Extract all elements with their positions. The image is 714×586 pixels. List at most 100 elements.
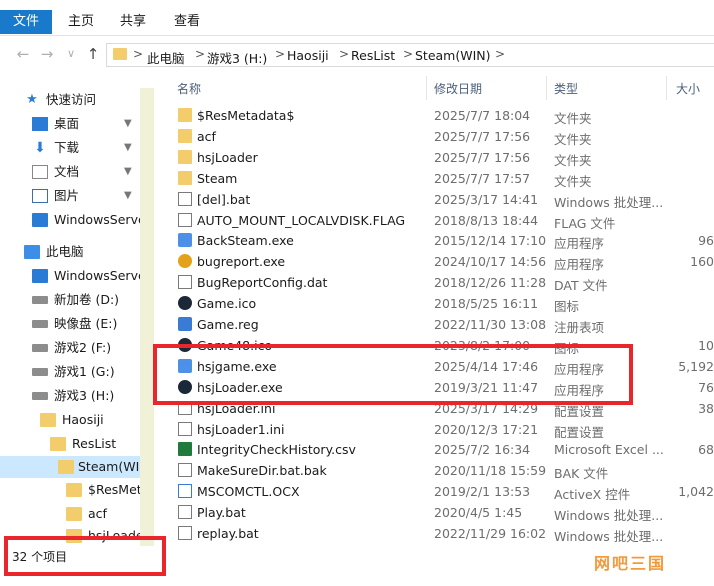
file-row[interactable]: BackSteam.exe 2015/12/14 17:10 应用程序 96 bbox=[168, 230, 714, 251]
file-type: 注册表项 bbox=[554, 320, 605, 335]
folder-icon bbox=[66, 483, 82, 497]
sidebar-item-label: 快速访问 bbox=[46, 92, 97, 107]
file-date: 2025/7/7 18:04 bbox=[434, 108, 531, 123]
file-row[interactable]: hsjLoader1.ini 2020/12/3 17:21 配置设置 bbox=[168, 419, 714, 440]
tab-home[interactable]: 主页 bbox=[58, 10, 104, 34]
file-type: 文件夹 bbox=[554, 131, 592, 147]
excel-icon bbox=[178, 442, 192, 457]
tab-view[interactable]: 查看 bbox=[164, 10, 210, 34]
sidebar-item-label: 文档 bbox=[54, 164, 80, 179]
pin-icon[interactable]: ▼ bbox=[124, 114, 132, 134]
sidebar-item-label: 游戏2 (F:) bbox=[54, 340, 112, 355]
folder-icon bbox=[66, 507, 82, 521]
breadcrumb-separator: > bbox=[133, 47, 144, 61]
file-date: 2019/2/1 13:53 bbox=[434, 484, 531, 500]
file-date: 2020/11/18 15:59 bbox=[434, 463, 547, 479]
back-arrow-icon[interactable]: ← bbox=[14, 45, 32, 63]
file-row[interactable]: AUTO_MOUNT_LOCALVDISK.FLAG 2018/8/13 18:4… bbox=[168, 210, 714, 231]
drive-icon bbox=[32, 320, 48, 328]
breadcrumb-separator: > bbox=[339, 47, 350, 61]
column-type[interactable]: 类型 bbox=[554, 80, 578, 97]
sidebar-item-steam-win[interactable]: Steam(WIN bbox=[0, 456, 140, 478]
file-icon bbox=[178, 212, 192, 227]
recent-locations-chevron-icon[interactable]: ∨ bbox=[62, 45, 80, 63]
sidebar-item-downloads[interactable]: ⬇ 下载 ▼ bbox=[32, 138, 140, 158]
file-row[interactable]: Play.bat 2020/4/5 1:45 Windows 批处理... bbox=[168, 502, 714, 523]
sidebar-item-pictures[interactable]: 图片 ▼ bbox=[32, 186, 140, 206]
file-row[interactable]: MSCOMCTL.OCX 2019/2/1 13:53 ActiveX 控件 1,04… bbox=[168, 481, 714, 502]
file-row[interactable]: Game.ico 2018/5/25 16:11 图标 bbox=[168, 293, 714, 314]
column-divider[interactable] bbox=[546, 76, 547, 100]
file-row[interactable]: $ResMetadata$ 2025/7/7 18:04 文件夹 bbox=[168, 105, 714, 126]
column-date[interactable]: 修改日期 bbox=[434, 80, 482, 97]
file-type: Windows 批处理... bbox=[554, 508, 664, 524]
sidebar-item-label: WindowsServe bbox=[54, 212, 140, 227]
pin-icon[interactable]: ▼ bbox=[124, 162, 132, 182]
sidebar-item-label: 图片 bbox=[54, 188, 80, 203]
file-row[interactable]: MakeSureDir.bat.bak 2020/11/18 15:59 BAK 文… bbox=[168, 460, 714, 481]
file-row[interactable]: replay.bat 2022/11/29 16:02 Windows 批处理... bbox=[168, 523, 714, 544]
file-date: 2018/12/26 11:28 bbox=[434, 275, 547, 291]
file-size: 1,042 bbox=[678, 484, 714, 500]
breadcrumb-drive-h[interactable]: 游戏3 (H:) bbox=[207, 48, 267, 67]
file-row[interactable]: Game.reg 2022/11/30 13:08 注册表项 bbox=[168, 314, 714, 335]
ini-icon bbox=[178, 421, 192, 436]
breadcrumb-haosiji[interactable]: Haosiji bbox=[287, 48, 329, 63]
breadcrumb-reslist[interactable]: ResList bbox=[351, 48, 395, 63]
file-name: bugreport.exe bbox=[197, 254, 286, 270]
tab-share[interactable]: 共享 bbox=[110, 10, 156, 34]
breadcrumb-separator: > bbox=[495, 47, 506, 61]
file-name: MSCOMCTL.OCX bbox=[197, 484, 300, 500]
folder-icon bbox=[40, 413, 56, 427]
sidebar-item-label: Steam(WIN bbox=[78, 459, 140, 474]
file-date: 2020/4/5 1:45 bbox=[434, 505, 523, 521]
forward-arrow-icon[interactable]: → bbox=[38, 45, 56, 63]
file-type: 配置设置 bbox=[554, 424, 605, 440]
sidebar-item-label: 此电脑 bbox=[46, 244, 84, 259]
file-type: 应用程序 bbox=[554, 236, 605, 252]
bug-icon bbox=[178, 254, 192, 269]
column-divider[interactable] bbox=[426, 76, 427, 100]
file-name: Play.bat bbox=[197, 505, 246, 521]
column-divider[interactable] bbox=[666, 76, 667, 100]
network-icon bbox=[32, 213, 48, 227]
file-row[interactable]: bugreport.exe 2024/10/17 14:56 应用程序 160 bbox=[168, 251, 714, 272]
breadcrumb-separator: > bbox=[275, 47, 286, 61]
file-row[interactable]: hsjLoader 2025/7/7 17:56 文件夹 bbox=[168, 147, 714, 168]
tab-file[interactable]: 文件 bbox=[0, 10, 52, 34]
file-name: hsjLoader bbox=[197, 149, 258, 165]
file-size: 160 bbox=[690, 254, 714, 270]
file-type: FLAG 文件 bbox=[554, 215, 616, 231]
up-arrow-icon[interactable]: ↑ bbox=[84, 45, 102, 63]
file-row[interactable]: Steam 2025/7/7 17:57 文件夹 bbox=[168, 168, 714, 189]
column-name[interactable]: 名称 bbox=[177, 80, 201, 97]
file-size: 5,192 bbox=[678, 358, 714, 374]
file-size: 96 bbox=[698, 233, 714, 249]
file-name: BackSteam.exe bbox=[197, 233, 294, 249]
file-icon bbox=[178, 463, 192, 478]
pin-icon[interactable]: ▼ bbox=[124, 138, 132, 158]
desktop-icon bbox=[32, 117, 48, 131]
file-row[interactable]: IntegrityCheckHistory.csv 2025/7/2 16:34 M… bbox=[168, 439, 714, 460]
sidebar-item-documents[interactable]: 文档 ▼ bbox=[32, 162, 140, 182]
sidebar-scrollbar[interactable] bbox=[140, 88, 154, 546]
file-date: 2024/10/17 14:56 bbox=[434, 254, 547, 270]
file-date: 2022/11/30 13:08 bbox=[434, 317, 547, 332]
breadcrumb-steam-win[interactable]: Steam(WIN) bbox=[415, 48, 491, 63]
file-row[interactable]: BugReportConfig.dat 2018/12/26 11:28 DAT 文… bbox=[168, 272, 714, 293]
breadcrumb-this-pc[interactable]: 此电脑 bbox=[147, 48, 185, 67]
column-size[interactable]: 大小 bbox=[676, 80, 700, 97]
address-bar[interactable]: > 此电脑 > 游戏3 (H:) > Haosiji > ResList > S… bbox=[106, 43, 714, 67]
batch-file-icon bbox=[178, 191, 192, 206]
file-row[interactable]: [del].bat 2025/3/17 14:41 Windows 批处理... bbox=[168, 189, 714, 210]
file-date: 2025/7/2 16:34 bbox=[434, 442, 531, 458]
steam-icon bbox=[178, 296, 192, 311]
sidebar-item-label: 游戏3 (H:) bbox=[54, 388, 115, 403]
file-row[interactable]: acf 2025/7/7 17:56 文件夹 bbox=[168, 126, 714, 147]
pin-icon[interactable]: ▼ bbox=[124, 186, 132, 206]
file-date: 2025/7/7 17:56 bbox=[434, 128, 531, 144]
folder-icon bbox=[178, 128, 192, 143]
file-size: 10 bbox=[698, 337, 714, 353]
sidebar-item-desktop[interactable]: 桌面 ▼ bbox=[32, 114, 140, 134]
folder-icon bbox=[178, 170, 192, 185]
